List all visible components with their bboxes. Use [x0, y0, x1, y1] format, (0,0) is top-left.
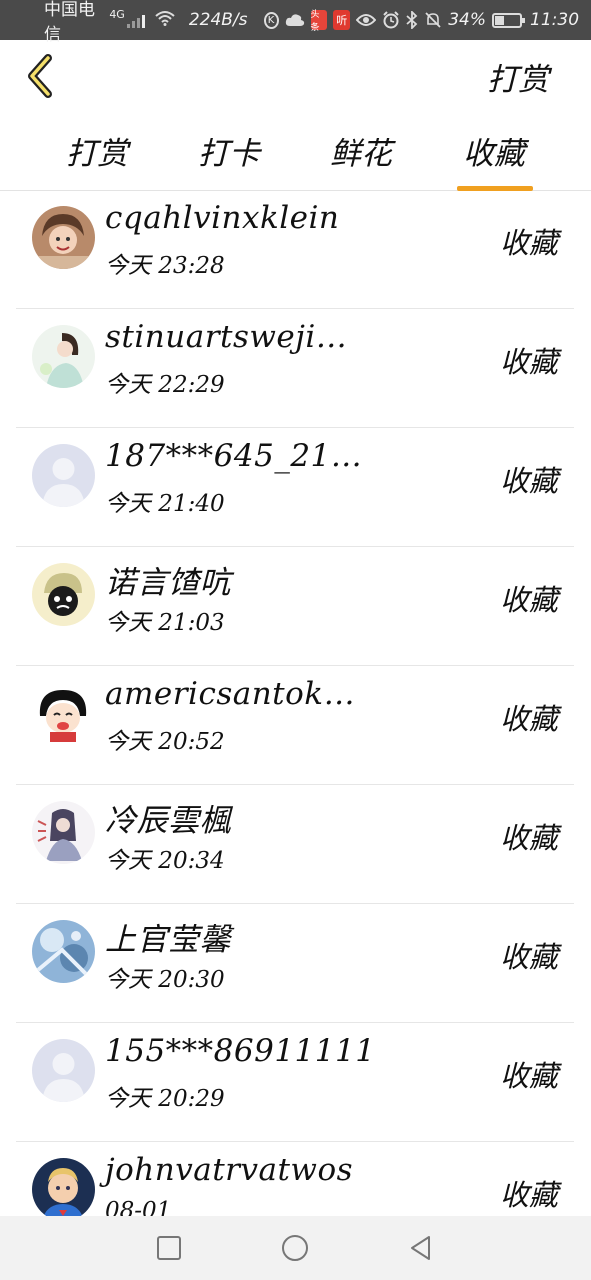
square-icon: [157, 1236, 181, 1260]
list-item[interactable]: 155***86911111 今天 20:29 收藏: [16, 1023, 574, 1142]
list-item[interactable]: 187***645_21… 今天 21:40 收藏: [16, 428, 574, 547]
username: 上官莹馨: [105, 922, 231, 958]
cloud-icon: [285, 13, 305, 27]
action-label: 收藏: [499, 940, 558, 974]
triangle-back-icon: [411, 1236, 430, 1260]
back-nav-button[interactable]: [407, 1234, 435, 1262]
back-button[interactable]: [22, 52, 62, 100]
username: 冷辰雲楓: [105, 803, 231, 839]
tab-bar: 打赏 打卡 鲜花 收藏: [0, 120, 591, 191]
mute-bell-icon: [424, 11, 442, 29]
list-item[interactable]: 诺言馇吭 今天 21:03 收藏: [16, 547, 574, 666]
battery-percent-label: 34%: [448, 10, 487, 30]
timestamp: 今天 20:29: [105, 1086, 225, 1112]
network-speed-label: 224B/s: [188, 10, 248, 30]
action-label: 收藏: [499, 345, 558, 379]
action-label: 收藏: [499, 702, 558, 736]
default-avatar-icon: [32, 1039, 95, 1102]
network-type-label: 4G: [109, 7, 125, 21]
list-item[interactable]: 冷辰雲楓 今天 20:34 收藏: [16, 785, 574, 904]
wifi-icon: [155, 10, 175, 30]
listen-app-icon: 听: [333, 10, 351, 30]
username: americsantok…: [105, 676, 356, 712]
list-item[interactable]: johnvatrvatwos 08-01 收藏: [16, 1142, 574, 1216]
header: 打赏: [0, 40, 591, 112]
avatar[interactable]: [32, 682, 95, 745]
tab-label: 打卡: [198, 136, 260, 172]
timestamp: 今天 21:40: [105, 491, 225, 517]
system-navigation-bar: [0, 1216, 591, 1280]
avatar[interactable]: [32, 444, 95, 507]
circle-icon: [282, 1235, 308, 1261]
timestamp: 今天 23:28: [105, 253, 225, 279]
username: johnvatrvatwos: [105, 1152, 354, 1188]
timestamp: 08-01: [105, 1198, 172, 1216]
favorites-list[interactable]: cqahlvinxklein 今天 23:28 收藏 stinuartsweji…: [16, 190, 574, 1216]
tab-reward[interactable]: 打赏: [52, 128, 142, 173]
timestamp: 今天 22:29: [105, 372, 225, 398]
recents-button[interactable]: [155, 1234, 183, 1262]
k-app-icon: K: [263, 11, 279, 29]
chevron-left-icon: [28, 54, 52, 98]
action-label: 收藏: [499, 1178, 558, 1212]
bluetooth-icon: [406, 11, 418, 29]
tab-label: 鲜花: [330, 136, 392, 172]
action-label: 收藏: [499, 226, 558, 260]
avatar[interactable]: [32, 920, 95, 983]
list-item[interactable]: stinuartsweji… 今天 22:29 收藏: [16, 309, 574, 428]
avatar[interactable]: [32, 1039, 95, 1102]
status-bar: 中国电信 4G 224B/s K 头条 听 34% 11:30: [0, 0, 591, 45]
signal-icon: [126, 12, 145, 28]
timestamp: 今天 21:03: [105, 610, 225, 636]
list-item[interactable]: cqahlvinxklein 今天 23:28 收藏: [16, 190, 574, 309]
list-item[interactable]: 上官莹馨 今天 20:30 收藏: [16, 904, 574, 1023]
news-app-icon: 头条: [310, 10, 328, 33]
action-label: 收藏: [499, 821, 558, 855]
avatar[interactable]: [32, 1158, 95, 1216]
default-avatar-icon: [32, 444, 95, 507]
avatar[interactable]: [32, 563, 95, 626]
clock-label: 11:30: [530, 10, 580, 30]
avatar[interactable]: [32, 206, 95, 269]
carrier-label: 中国电信: [44, 0, 95, 45]
tab-label: 打赏: [66, 136, 128, 172]
username: 187***645_21…: [105, 438, 363, 474]
action-label: 收藏: [499, 1059, 558, 1093]
tab-label: 收藏: [463, 136, 525, 172]
timestamp: 今天 20:30: [105, 967, 225, 993]
tab-flowers[interactable]: 鲜花: [316, 128, 406, 173]
home-button[interactable]: [281, 1234, 309, 1262]
list-item[interactable]: americsantok… 今天 20:52 收藏: [16, 666, 574, 785]
tab-favorites[interactable]: 收藏: [449, 128, 539, 191]
tab-checkin[interactable]: 打卡: [184, 128, 274, 173]
timestamp: 今天 20:52: [105, 729, 225, 755]
battery-icon: [492, 12, 526, 28]
page-title: 打赏: [487, 62, 549, 98]
username: 155***86911111: [105, 1033, 376, 1069]
avatar[interactable]: [32, 801, 95, 864]
eye-icon: [356, 13, 377, 27]
alarm-icon: [382, 11, 400, 29]
username: 诺言馇吭: [105, 565, 231, 601]
username: stinuartsweji…: [105, 319, 348, 355]
username: cqahlvinxklein: [105, 200, 340, 236]
timestamp: 今天 20:34: [105, 848, 225, 874]
action-label: 收藏: [499, 464, 558, 498]
avatar[interactable]: [32, 325, 95, 388]
action-label: 收藏: [499, 583, 558, 617]
